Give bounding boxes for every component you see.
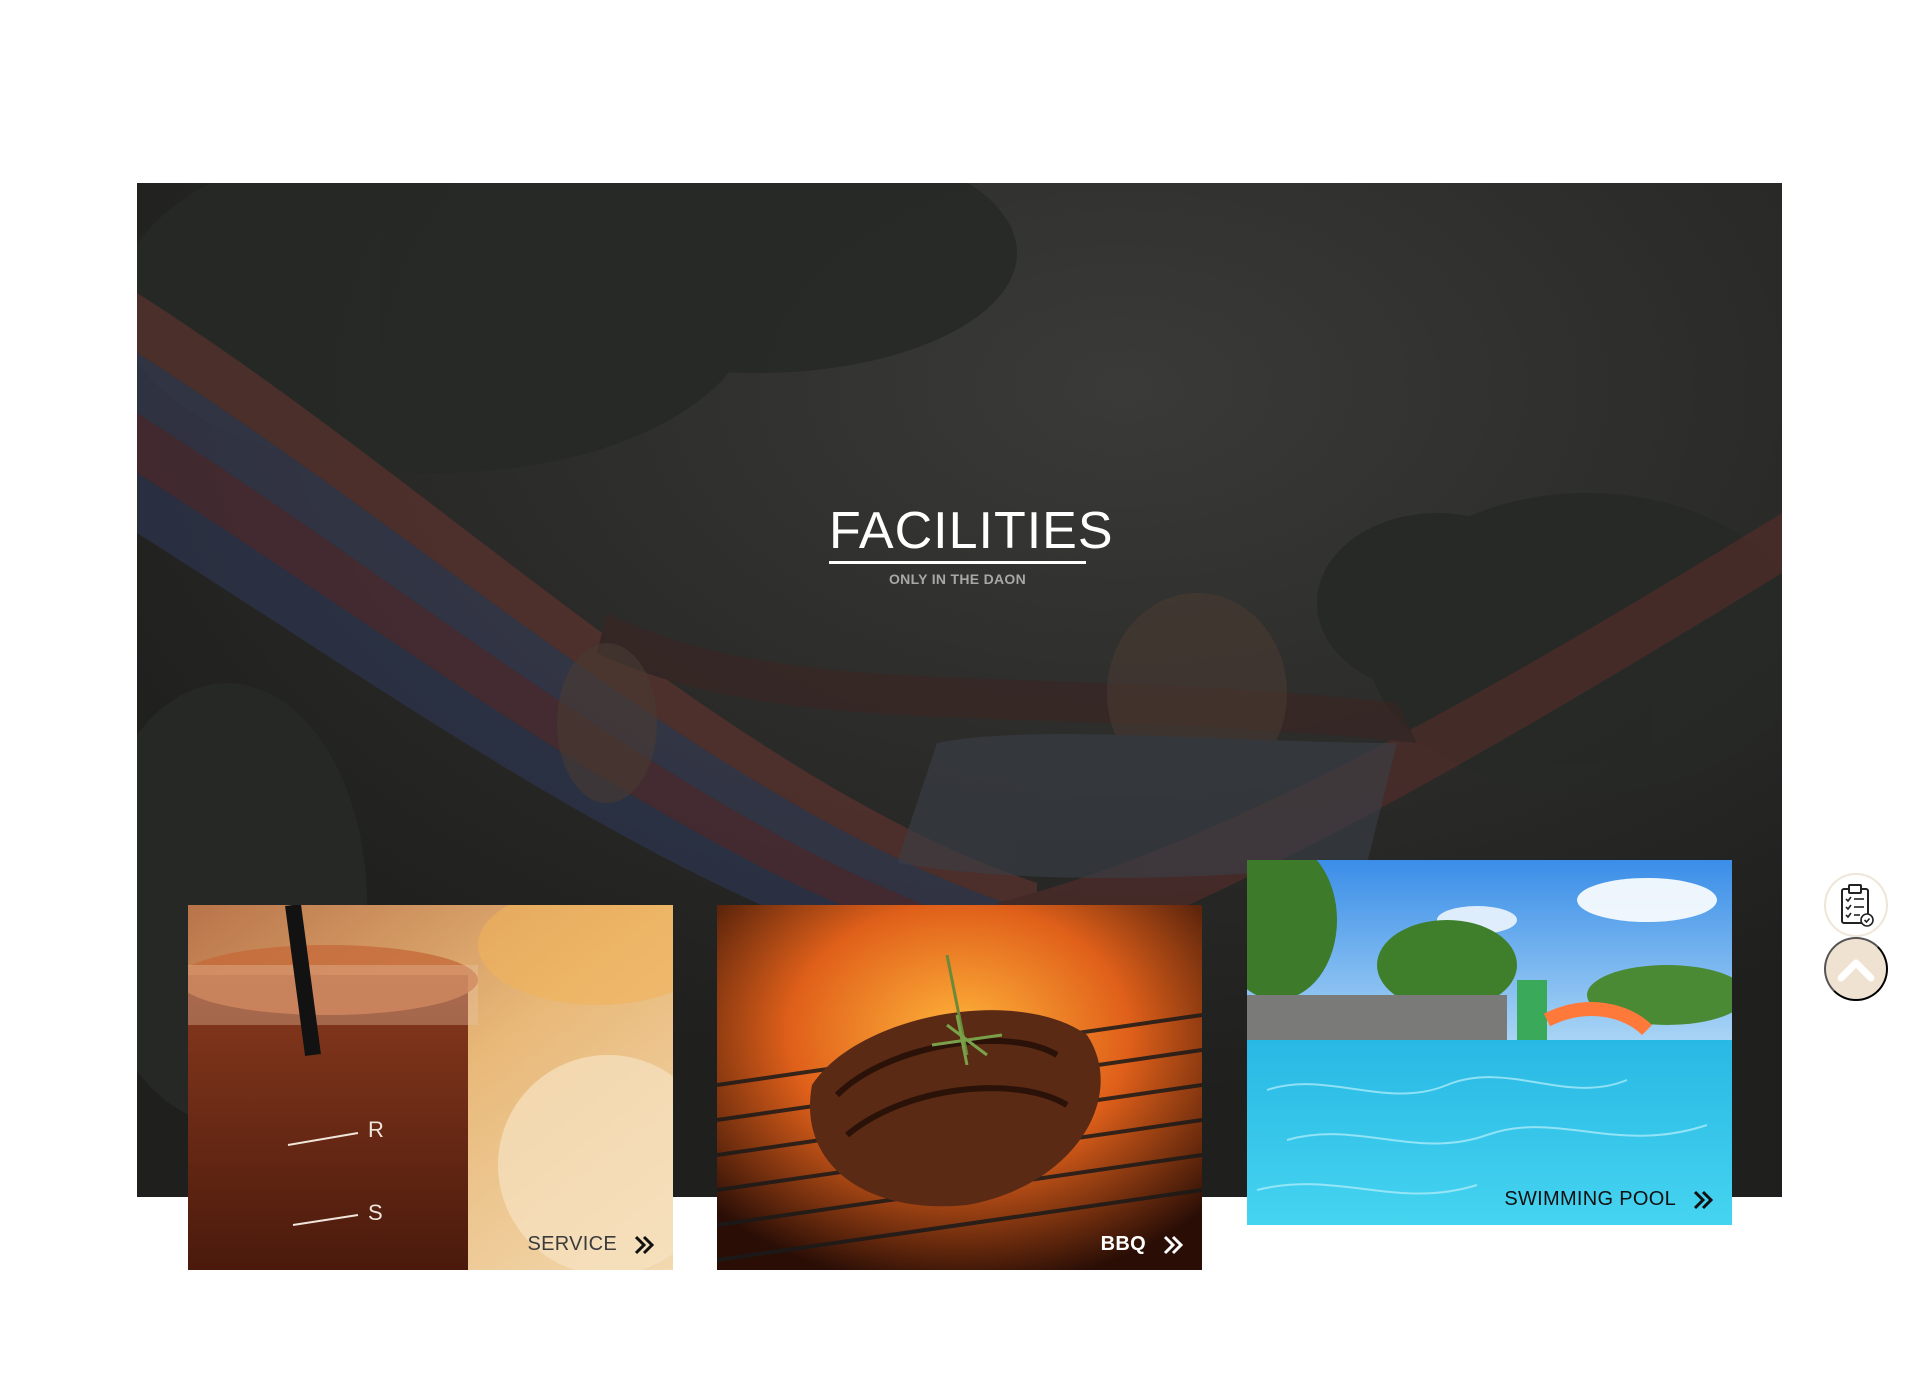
double-chevron-right-icon bbox=[634, 1235, 655, 1254]
svg-text:R: R bbox=[368, 1117, 384, 1142]
service-label: SERVICE bbox=[527, 1233, 617, 1255]
swimming-pool-image bbox=[1247, 860, 1732, 1225]
scroll-to-top-button[interactable] bbox=[1824, 937, 1888, 1001]
swimming-pool-label: SWIMMING POOL bbox=[1504, 1188, 1676, 1210]
page: FACILITIES ONLY IN THE DAON R S SERVICE … bbox=[0, 0, 1920, 1400]
reservation-button[interactable] bbox=[1824, 873, 1888, 937]
chevron-up-icon bbox=[1837, 959, 1875, 982]
service-link[interactable]: SERVICE bbox=[527, 1233, 655, 1256]
swimming-pool-card[interactable]: SWIMMING POOL bbox=[1247, 860, 1732, 1225]
double-chevron-right-icon bbox=[1693, 1190, 1714, 1209]
svg-text:S: S bbox=[368, 1200, 383, 1225]
bbq-card[interactable]: BBQ bbox=[717, 905, 1202, 1270]
bbq-link[interactable]: BBQ bbox=[1101, 1233, 1184, 1256]
service-card[interactable]: R S SERVICE bbox=[188, 905, 673, 1270]
swimming-pool-link[interactable]: SWIMMING POOL bbox=[1504, 1188, 1714, 1211]
page-title: FACILITIES bbox=[829, 501, 1113, 564]
iced-drink-image: R S bbox=[188, 905, 673, 1270]
bbq-label: BBQ bbox=[1100, 1233, 1146, 1255]
clipboard-check-icon bbox=[1841, 884, 1874, 927]
double-chevron-right-icon bbox=[1163, 1235, 1184, 1254]
page-subtitle: ONLY IN THE DAON bbox=[888, 571, 1027, 587]
grilled-steak-image bbox=[717, 905, 1202, 1270]
